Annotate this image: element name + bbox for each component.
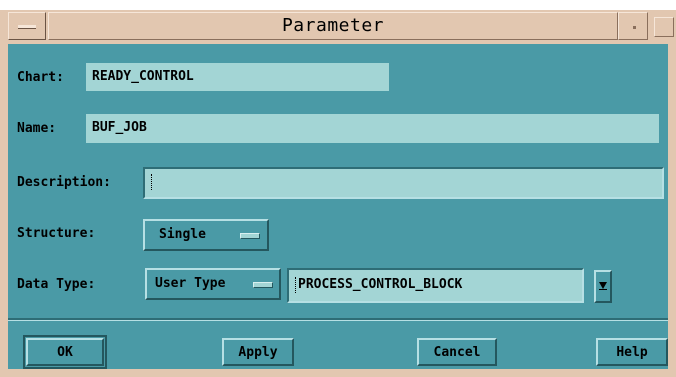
description-input[interactable]	[143, 167, 664, 199]
window-menu-icon	[18, 25, 36, 29]
window-frame-right[interactable]	[668, 44, 676, 377]
maximize-icon	[654, 17, 674, 37]
cancel-button[interactable]: Cancel	[417, 338, 497, 366]
apply-button[interactable]: Apply	[222, 338, 294, 366]
text-cursor	[151, 173, 154, 190]
option-menu-indicator-icon	[240, 233, 260, 239]
maximize-button[interactable]	[648, 12, 676, 40]
name-field: BUF_JOB	[86, 114, 659, 143]
data-type-label: Data Type:	[17, 277, 96, 292]
chart-field: READY_CONTROL	[86, 63, 389, 91]
data-type-value: User Type	[155, 276, 226, 291]
user-type-value: PROCESS_CONTROL_BLOCK	[298, 277, 463, 292]
description-label: Description:	[17, 175, 111, 190]
separator-highlight	[8, 320, 668, 321]
minimize-icon	[633, 26, 636, 29]
help-button[interactable]: Help	[596, 338, 668, 366]
window-title: Parameter	[281, 15, 385, 36]
parameter-dialog: Parameter Chart: READY_CONTROL Name: BUF…	[0, 0, 676, 377]
user-type-input[interactable]: PROCESS_CONTROL_BLOCK	[287, 268, 584, 303]
structure-option-menu[interactable]: Single	[143, 219, 269, 251]
dropdown-arrow-underline	[599, 289, 607, 290]
user-type-dropdown-button[interactable]	[594, 270, 612, 303]
name-label: Name:	[17, 121, 57, 136]
structure-label: Structure:	[17, 226, 96, 241]
minimize-button[interactable]	[618, 12, 648, 40]
structure-value: Single	[159, 227, 206, 242]
window-menu-button[interactable]	[8, 12, 46, 40]
chart-label: Chart:	[17, 70, 64, 85]
dropdown-arrow-icon	[599, 282, 607, 289]
data-type-option-menu[interactable]: User Type	[145, 268, 281, 300]
window-frame-left[interactable]	[0, 44, 8, 377]
option-menu-indicator-icon	[253, 282, 273, 288]
window-frame-bottom[interactable]	[0, 369, 676, 377]
title-area[interactable]: Parameter	[48, 12, 618, 40]
ok-button[interactable]: OK	[23, 335, 107, 369]
title-bar: Parameter	[0, 0, 676, 44]
